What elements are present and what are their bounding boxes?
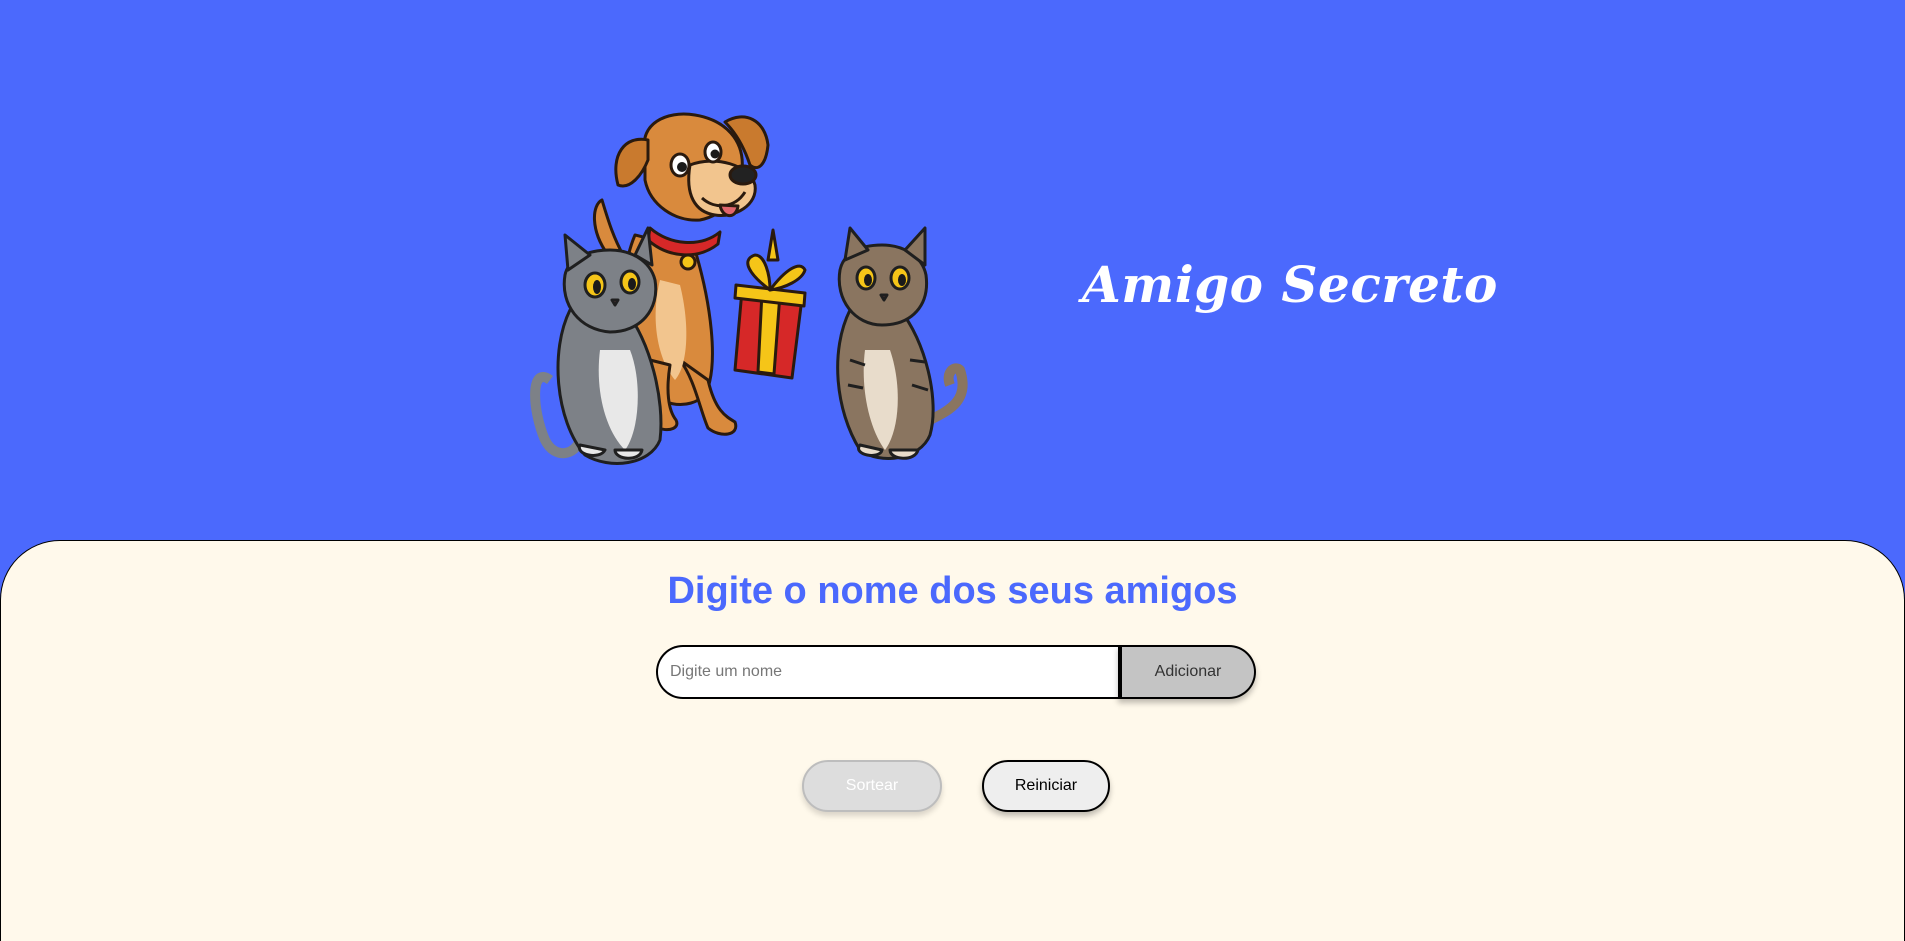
header-banner: Amigo Secreto xyxy=(0,0,1905,540)
tabby-cat-icon xyxy=(836,226,968,460)
add-friend-form: Adicionar xyxy=(656,645,1256,699)
gift-box-icon xyxy=(733,228,807,380)
section-heading: Digite o nome dos seus amigos xyxy=(667,570,1238,612)
gray-cat-icon xyxy=(530,226,663,465)
draw-button[interactable]: Sortear xyxy=(802,760,942,812)
add-button[interactable]: Adicionar xyxy=(1118,645,1256,699)
reset-button[interactable]: Reiniciar xyxy=(982,760,1110,812)
app-title: Amigo Secreto xyxy=(1082,255,1498,314)
friend-name-input[interactable] xyxy=(656,645,1120,699)
dog-and-cats-with-gift-illustration xyxy=(530,112,968,465)
